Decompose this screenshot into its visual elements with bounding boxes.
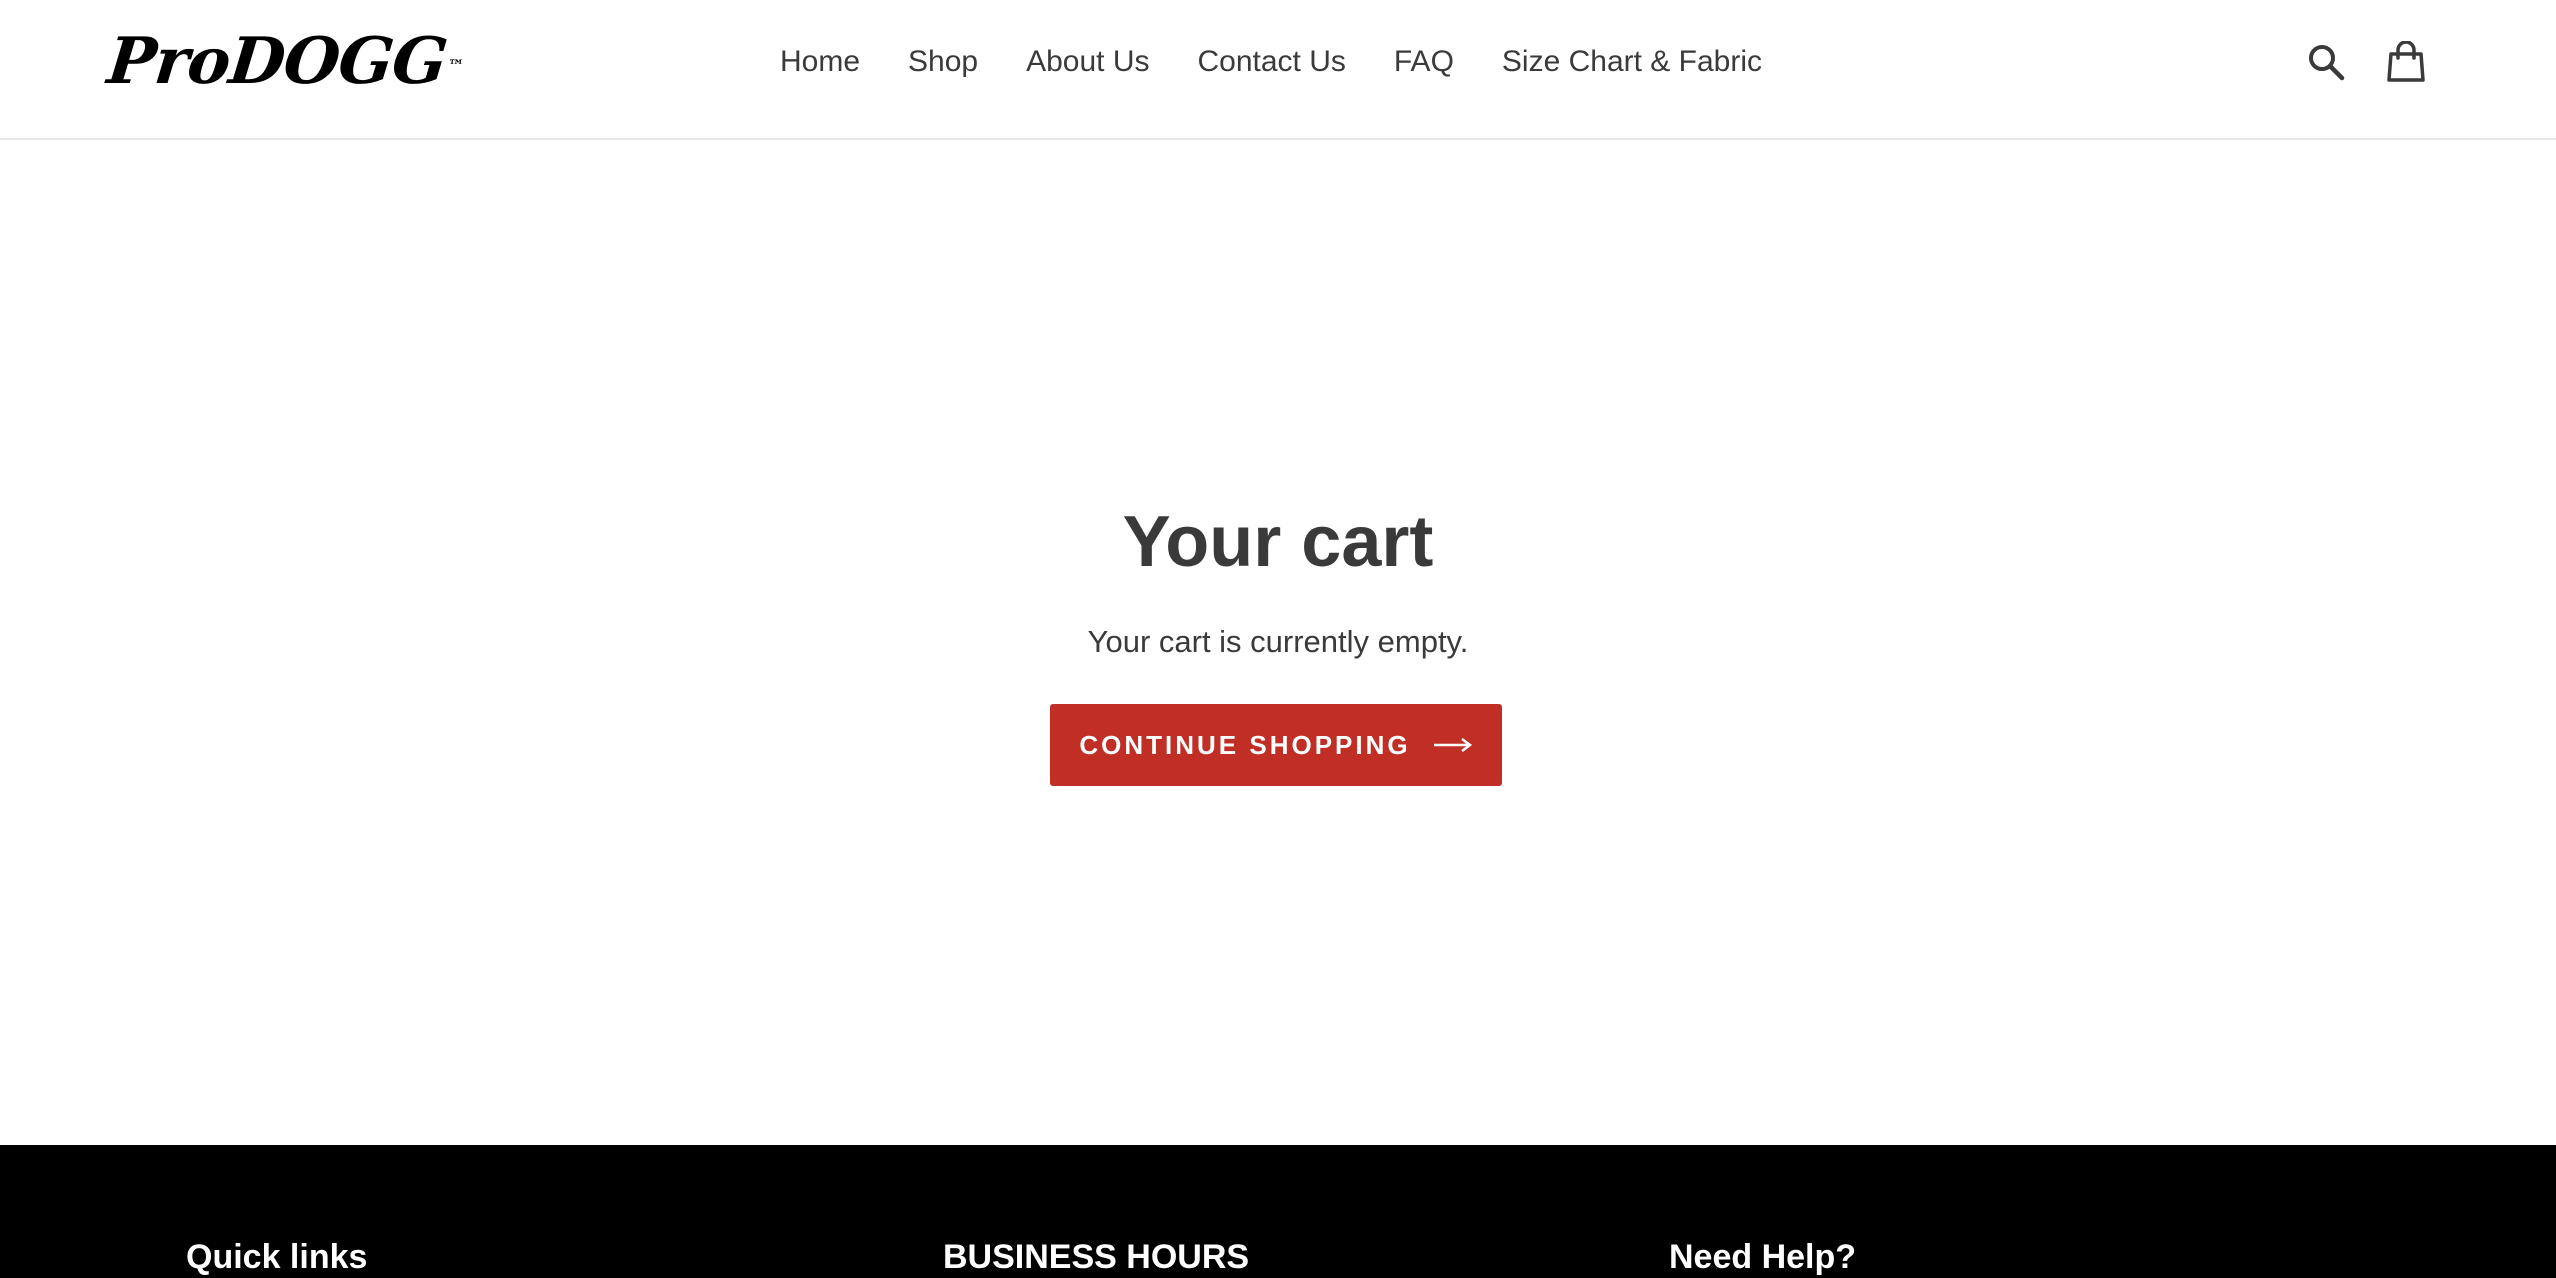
main-nav: Home Shop About Us Contact Us FAQ Size C…: [0, 38, 2556, 86]
footer-heading-need-help: Need Help?: [1669, 1238, 1857, 1276]
nav-item-home[interactable]: Home: [756, 38, 884, 86]
page-title: Your cart: [1122, 502, 1434, 582]
nav-item-size-chart-fabric[interactable]: Size Chart & Fabric: [1478, 38, 1786, 86]
arrow-right-icon: [1433, 737, 1473, 753]
footer-heading-quick-links: Quick links: [186, 1238, 368, 1276]
nav-item-shop[interactable]: Shop: [884, 38, 1002, 86]
site-header: ProDOGG™ Home Shop About Us Contact Us F…: [0, 0, 2556, 140]
cart-empty-message: Your cart is currently empty.: [1087, 624, 1469, 659]
cart-button[interactable]: [2384, 38, 2428, 86]
search-button[interactable]: [2304, 38, 2348, 86]
shopping-bag-icon: [2387, 41, 2425, 82]
site-footer: Quick links BUSINESS HOURS Need Help?: [0, 1145, 2556, 1278]
nav-item-about-us[interactable]: About Us: [1002, 38, 1173, 86]
search-icon: [2309, 45, 2345, 81]
cart-main: Your cart Your cart is currently empty. …: [0, 140, 2556, 1145]
header-icons: [2304, 38, 2428, 86]
nav-list: Home Shop About Us Contact Us FAQ Size C…: [756, 38, 1786, 86]
continue-shopping-button[interactable]: CONTINUE SHOPPING: [1050, 704, 1502, 786]
footer-heading-business-hours: BUSINESS HOURS: [943, 1238, 1250, 1276]
nav-item-contact-us[interactable]: Contact Us: [1174, 38, 1370, 86]
continue-shopping-label: CONTINUE SHOPPING: [1079, 729, 1411, 760]
nav-item-faq[interactable]: FAQ: [1370, 38, 1478, 86]
